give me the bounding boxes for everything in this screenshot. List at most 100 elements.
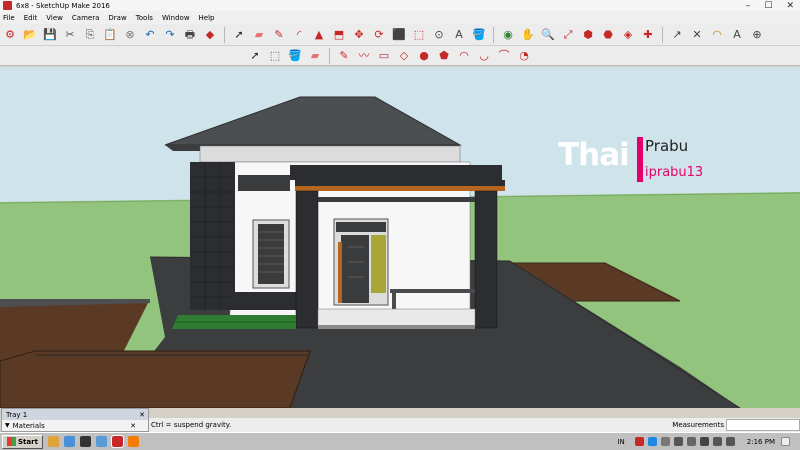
2pt-arc-button[interactable]: ◡ [476,48,492,64]
circle-button[interactable]: ● [416,48,432,64]
dimension-button[interactable]: ↗ [669,27,685,43]
menu-help[interactable]: Help [199,14,215,22]
line-button[interactable]: ✎ [271,27,287,43]
show-desktop-icon[interactable] [781,437,790,446]
axes-button[interactable]: ✕ [689,27,705,43]
zoom-icon: 🔍 [541,28,555,41]
2pt-arc-icon: ◡ [479,49,489,62]
materials-panel-header[interactable]: ▼ Materials ✕ [2,420,148,431]
minimize-button[interactable]: – [746,1,751,11]
pan-button[interactable]: ✋ [520,27,536,43]
paint-bucket-button[interactable]: 🪣 [471,27,487,43]
materials-label: Materials [12,421,45,430]
scale-button[interactable]: ⬛ [391,27,407,43]
start-button[interactable]: Start [2,434,43,449]
eraser-small-button[interactable]: ▰ [307,48,323,64]
menu-draw[interactable]: Draw [108,14,126,22]
share-model-button[interactable]: ⬣ [600,27,616,43]
menu-window[interactable]: Window [162,14,190,22]
measurements-input[interactable] [726,419,800,431]
menu-tools[interactable]: Tools [136,14,153,22]
move-button[interactable]: ✥ [351,27,367,43]
model-viewport[interactable]: Thai Prabu iprabu13 [0,67,800,408]
tray-app-icon[interactable] [634,437,644,446]
tray-network-icon[interactable] [647,437,657,446]
menu-edit[interactable]: Edit [24,14,38,22]
eraser-button[interactable]: ▰ [251,27,267,43]
print-button[interactable]: 🖶 [182,27,198,43]
erase-button[interactable]: ⊗ [122,27,138,43]
explorer-taskbar-icon[interactable] [47,436,59,447]
axes-icon: ✕ [692,28,702,41]
print-icon: 🖶 [184,28,196,41]
house-model-drawing [0,67,800,408]
warehouse-button[interactable]: ⬢ [580,27,596,43]
redo-button[interactable]: ↷ [162,27,178,43]
menu-view[interactable]: View [46,14,63,22]
protractor-button[interactable]: ◠ [709,27,725,43]
tray-volume-icon[interactable] [725,437,735,446]
paste-icon: 📋 [103,28,117,41]
push-pull-button[interactable]: ⬒ [331,27,347,43]
browser-taskbar-icon[interactable] [63,436,75,447]
tape-measure-button[interactable]: ⊙ [431,27,447,43]
arc-small-button[interactable]: ◠ [456,48,472,64]
tray-close-icon[interactable]: ✕ [139,411,145,419]
copy-button[interactable]: ⎘ [82,27,98,43]
make-component-icon: ⬚ [269,49,281,62]
rotated-rectangle-button[interactable]: ◇ [396,48,412,64]
extensions-button[interactable]: ✚ [640,27,656,43]
materials-close-icon[interactable]: ✕ [130,422,136,430]
select-small-button[interactable]: ➚ [247,48,263,64]
paint-small-button[interactable]: 🪣 [287,48,303,64]
make-component-button[interactable]: ⬚ [267,48,283,64]
zoom-button[interactable]: 🔍 [540,27,556,43]
save-button[interactable]: 💾 [42,27,58,43]
desktop-taskbar-icon[interactable] [79,436,91,447]
shapes-button[interactable]: ▲ [311,27,327,43]
app-taskbar-icon[interactable] [95,436,107,447]
tray-wifi-icon[interactable] [712,437,722,446]
tray-flag-icon[interactable] [673,437,683,446]
pencil-button[interactable]: ✎ [336,48,352,64]
measurements-label: Measurements [672,421,724,429]
3d-text-button[interactable]: A [729,27,745,43]
cut-button[interactable]: ✂ [62,27,78,43]
zoom-extents-button[interactable]: ⤢ [560,27,576,43]
orbit-button[interactable]: ◉ [500,27,516,43]
model-info-button[interactable]: ◆ [202,27,218,43]
select-button[interactable]: ➚ [231,27,247,43]
paste-button[interactable]: 📋 [102,27,118,43]
close-button[interactable]: ✕ [786,1,794,11]
components-button[interactable]: ◈ [620,27,636,43]
tray-battery-icon[interactable] [699,437,709,446]
arc-button[interactable]: ◜ [291,27,307,43]
maximize-button[interactable]: ☐ [764,1,772,11]
rotate-button[interactable]: ⟳ [371,27,387,43]
share-model-icon: ⬣ [603,28,613,41]
section-plane-button[interactable]: ⊕ [749,27,765,43]
eraser-small-icon: ▰ [310,49,320,62]
polygon-button[interactable]: ⬟ [436,48,452,64]
3pt-arc-button[interactable]: ⌒ [496,48,512,64]
clock[interactable]: 2:16 PM [747,438,775,446]
tray-update-icon[interactable] [660,437,670,446]
language-indicator[interactable]: IN [617,438,624,446]
toolbar-separator [662,26,663,43]
sketchup-taskbar-icon[interactable] [110,435,124,448]
getting-started-button[interactable]: ⚙ [2,27,18,43]
vlc-taskbar-icon[interactable] [127,436,139,447]
menu-file[interactable]: File [3,14,15,22]
collapse-triangle-icon[interactable]: ▼ [5,422,10,429]
undo-button[interactable]: ↶ [142,27,158,43]
text-button[interactable]: A [451,27,467,43]
pie-button[interactable]: ◔ [516,48,532,64]
rectangle-button[interactable]: ▭ [376,48,392,64]
offset-button[interactable]: ⬚ [411,27,427,43]
open-folder-button[interactable]: 📂 [22,27,38,43]
freehand-button[interactable]: 〰 [356,48,372,64]
shapes-icon: ▲ [314,28,324,41]
eraser-icon: ▰ [254,28,264,41]
menu-camera[interactable]: Camera [72,14,99,22]
tray-display-icon[interactable] [686,437,696,446]
